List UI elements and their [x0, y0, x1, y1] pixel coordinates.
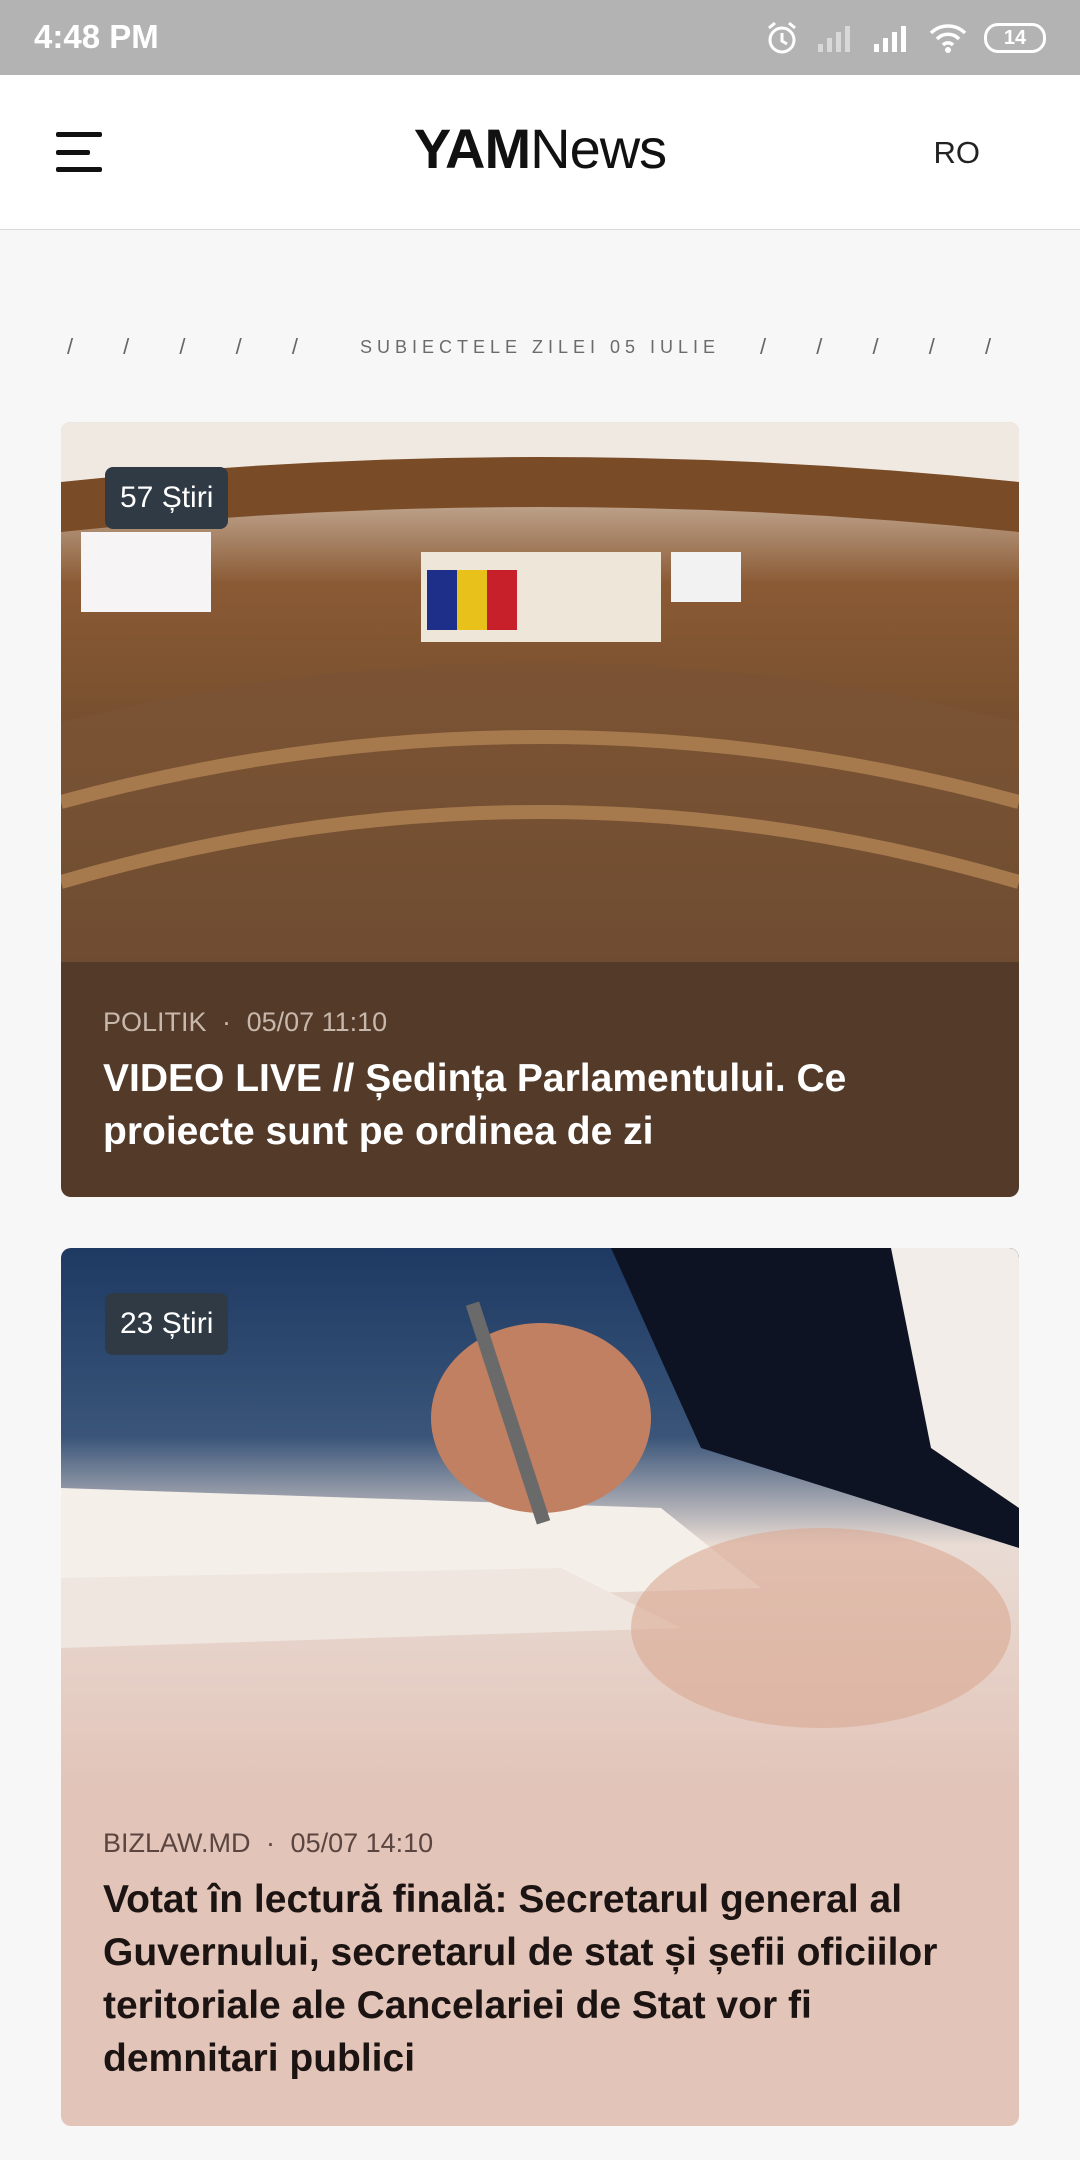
news-count-badge: 57 Știri — [105, 467, 229, 529]
signal-off-icon — [816, 22, 856, 54]
topics-header: / / / / / SUBIECTELE ZILEI 05 IULIE / / … — [0, 332, 1080, 362]
article-title[interactable]: VIDEO LIVE // Ședința Parlamentului. Ce … — [103, 1052, 979, 1158]
news-count-badge: 23 Știri — [105, 1293, 229, 1355]
logo-bold-text: YAM — [413, 117, 531, 180]
app-bar: YAMNews RO — [0, 75, 1080, 230]
wifi-icon — [928, 22, 968, 54]
decorative-slashes-right: / / / / / — [760, 334, 1014, 359]
logo-light-text: News — [530, 117, 667, 180]
article-card[interactable]: 23 Știri BIZLAW.MD · 05/07 14:10 Votat î… — [61, 1248, 1019, 2126]
article-time: 05/07 11:10 — [246, 1007, 388, 1037]
status-icons: 14 — [764, 18, 1046, 58]
app-logo[interactable]: YAMNews — [0, 116, 1080, 181]
article-source[interactable]: POLITIK — [103, 1007, 207, 1037]
meta-separator: · — [222, 1007, 232, 1037]
status-bar: 4:48 PM 14 — [0, 0, 1080, 75]
language-selector[interactable]: RO — [934, 135, 981, 171]
signal-icon — [872, 22, 912, 54]
article-meta: BIZLAW.MD · 05/07 14:10 — [103, 1828, 433, 1859]
article-title[interactable]: Votat în lectură finală: Secretarul gene… — [103, 1873, 979, 2085]
meta-separator: · — [266, 1828, 276, 1858]
article-time: 05/07 14:10 — [290, 1828, 434, 1858]
article-source[interactable]: BIZLAW.MD — [103, 1828, 251, 1858]
decorative-slashes-left: / / / / / — [66, 334, 320, 359]
topics-header-label: SUBIECTELE ZILEI 05 IULIE — [359, 336, 721, 357]
status-time: 4:48 PM — [34, 18, 159, 55]
article-meta: POLITIK · 05/07 11:10 — [103, 1007, 387, 1038]
battery-icon: 14 — [984, 23, 1046, 53]
article-card[interactable]: 57 Știri POLITIK · 05/07 11:10 VIDEO LIV… — [61, 422, 1019, 1197]
alarm-icon — [764, 20, 800, 56]
